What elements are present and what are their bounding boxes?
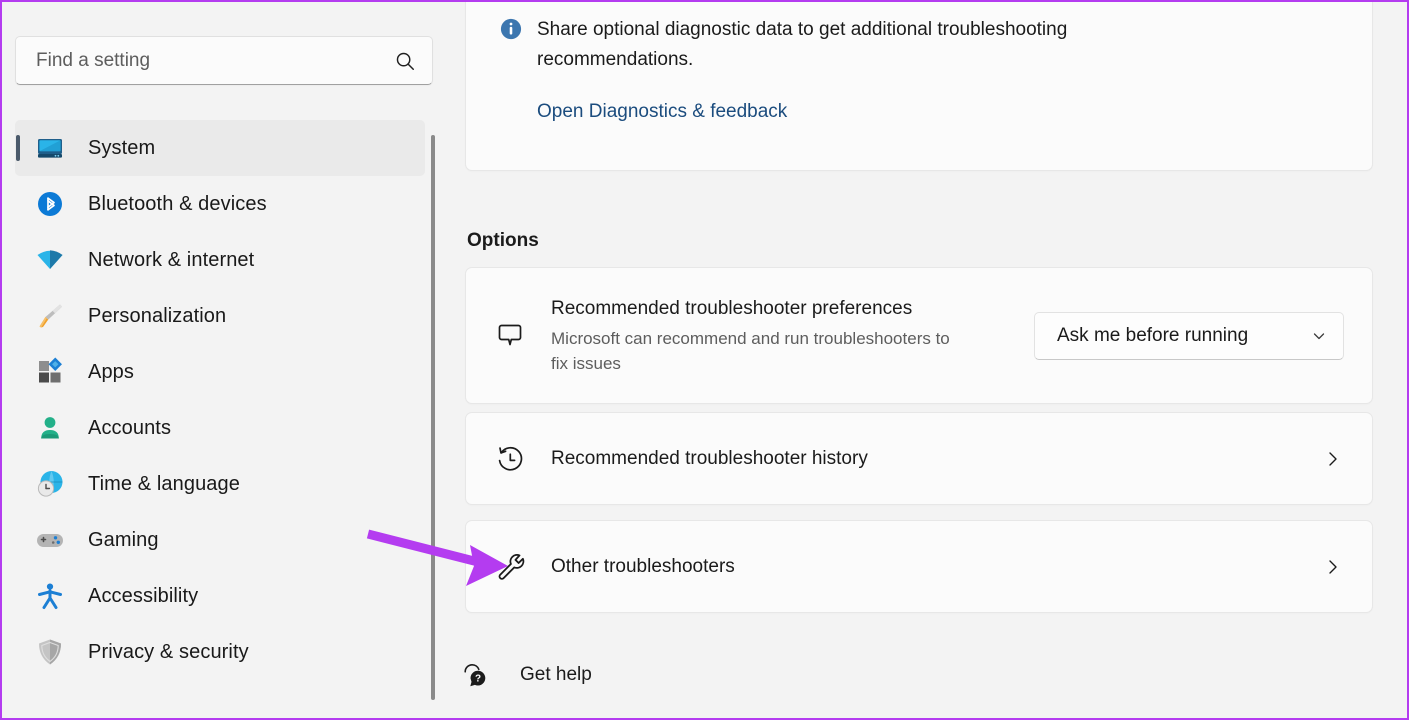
search-icon [394, 50, 416, 72]
clock-globe-icon [35, 469, 65, 499]
chevron-down-icon [1311, 328, 1327, 344]
card-subtitle: Microsoft can recommend and run troubles… [551, 329, 950, 373]
card-recommended-troubleshooter-preferences[interactable]: Recommended troubleshooter preferences M… [465, 267, 1373, 404]
history-clock-icon [493, 443, 527, 475]
open-diagnostics-feedback-link[interactable]: Open Diagnostics & feedback [537, 101, 787, 123]
card-title: Recommended troubleshooter history [551, 448, 868, 469]
search-box-container [15, 36, 433, 85]
paintbrush-icon [35, 301, 65, 331]
sidebar-scrollbar[interactable] [431, 135, 435, 700]
sidebar-item-apps[interactable]: Apps [15, 344, 425, 400]
sidebar-item-label: System [88, 136, 156, 159]
bluetooth-icon [35, 189, 65, 219]
svg-text:?: ? [475, 674, 481, 685]
sidebar-item-personalization[interactable]: Personalization [15, 288, 425, 344]
sidebar-item-system[interactable]: System [15, 120, 425, 176]
card-text-block: Other troubleshooters [551, 553, 1324, 580]
search-box[interactable] [15, 36, 433, 85]
sidebar-nav: System Bluetooth & devices Network & int… [15, 120, 425, 680]
sidebar-item-label: Accounts [88, 416, 172, 439]
sidebar-item-accounts[interactable]: Accounts [15, 400, 425, 456]
main-content: Share optional diagnostic data to get ad… [447, 2, 1407, 718]
system-monitor-icon [35, 133, 65, 163]
sidebar-item-label: Network & internet [88, 248, 255, 271]
shield-icon [35, 637, 65, 667]
diagnostic-info-text: Share optional diagnostic data to get ad… [537, 19, 1068, 70]
sidebar-item-bluetooth-devices[interactable]: Bluetooth & devices [15, 176, 425, 232]
person-icon [35, 413, 65, 443]
sidebar-item-label: Privacy & security [88, 640, 249, 663]
sidebar-item-label: Time & language [88, 472, 240, 495]
sidebar-item-label: Bluetooth & devices [88, 192, 267, 215]
get-help-link[interactable]: ? Get help [461, 660, 592, 690]
wifi-icon [35, 245, 65, 275]
options-section-title: Options [467, 230, 539, 251]
settings-window: System Bluetooth & devices [2, 2, 1407, 718]
sidebar-item-accessibility[interactable]: Accessibility [15, 568, 425, 624]
sidebar-item-label: Apps [88, 360, 134, 383]
info-circle-icon [500, 18, 522, 40]
sidebar-item-label: Gaming [88, 528, 159, 551]
card-recommended-troubleshooter-history[interactable]: Recommended troubleshooter history [465, 412, 1373, 505]
sidebar-item-label: Personalization [88, 304, 227, 327]
apps-grid-icon [35, 357, 65, 387]
gamepad-icon [35, 525, 65, 555]
sidebar-item-label: Accessibility [88, 584, 199, 607]
wrench-icon [493, 551, 527, 583]
dropdown-selected-value: Ask me before running [1057, 324, 1249, 346]
help-chat-icon: ? [461, 660, 491, 690]
chevron-right-icon[interactable] [1324, 450, 1342, 468]
chevron-right-icon[interactable] [1324, 558, 1342, 576]
sidebar: System Bluetooth & devices [2, 2, 447, 718]
card-text-block: Recommended troubleshooter history [551, 445, 1324, 472]
search-input[interactable] [36, 49, 394, 72]
accessibility-person-icon [35, 581, 65, 611]
diagnostic-info-banner: Share optional diagnostic data to get ad… [465, 2, 1373, 171]
sidebar-item-privacy-security[interactable]: Privacy & security [15, 624, 425, 680]
troubleshooter-preference-dropdown[interactable]: Ask me before running [1034, 311, 1344, 360]
card-other-troubleshooters[interactable]: Other troubleshooters [465, 520, 1373, 613]
sidebar-item-gaming[interactable]: Gaming [15, 512, 425, 568]
chat-bubble-icon [493, 320, 527, 352]
card-title: Other troubleshooters [551, 556, 735, 577]
card-text-block: Recommended troubleshooter preferences M… [551, 295, 1034, 376]
card-title: Recommended troubleshooter preferences [551, 298, 913, 319]
sidebar-item-time-language[interactable]: Time & language [15, 456, 425, 512]
sidebar-item-network-internet[interactable]: Network & internet [15, 232, 425, 288]
get-help-label: Get help [520, 664, 592, 685]
